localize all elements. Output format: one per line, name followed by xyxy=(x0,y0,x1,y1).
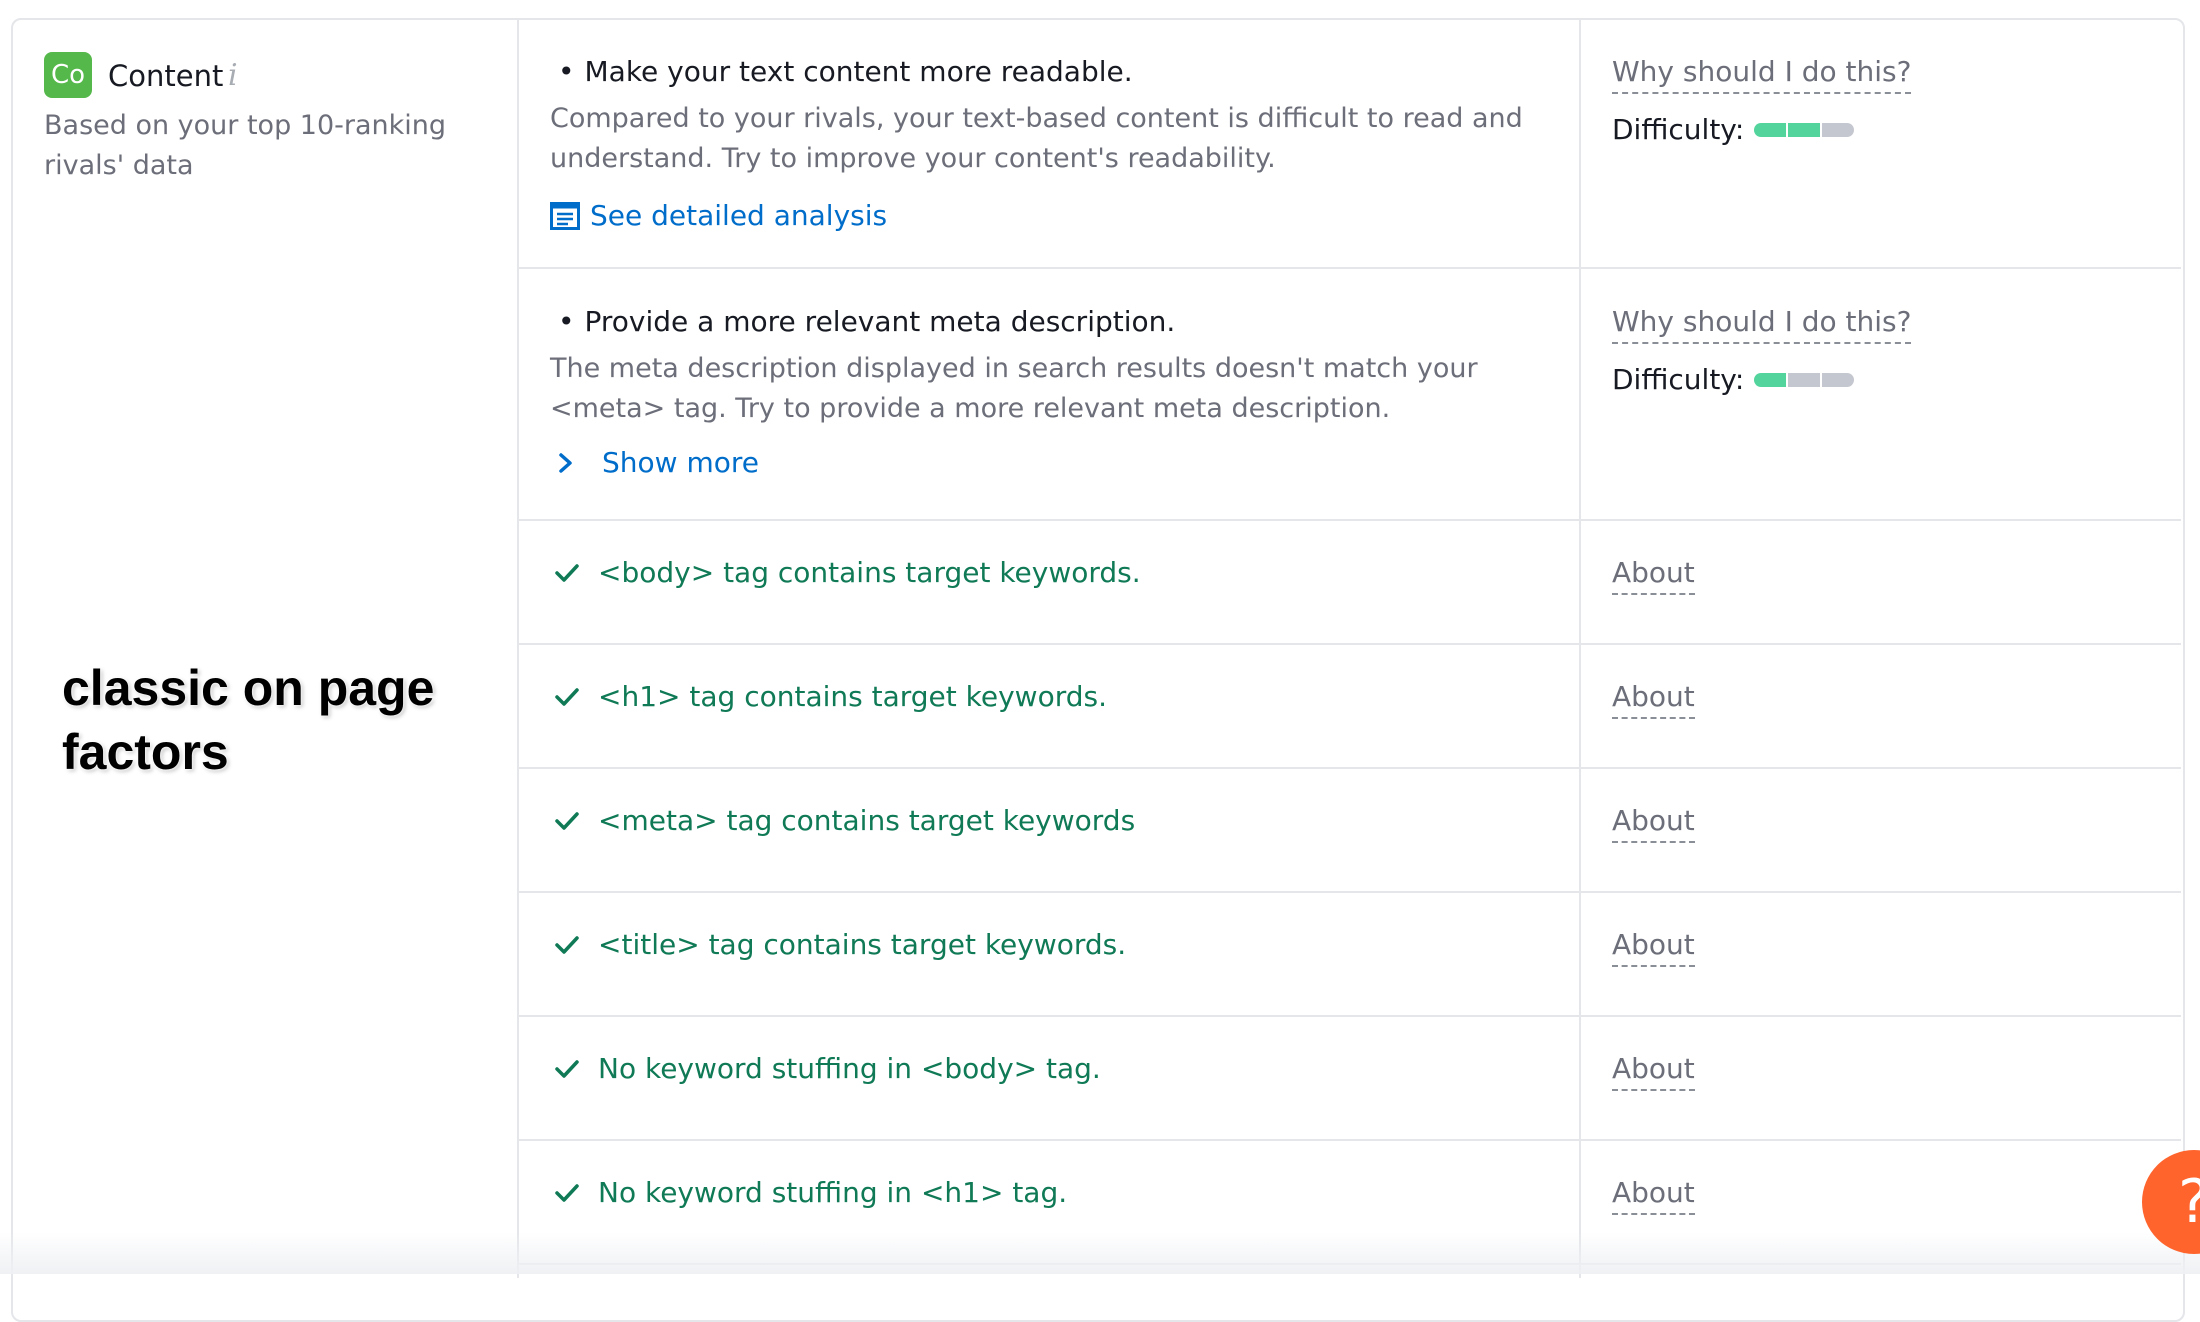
document-icon xyxy=(550,202,580,230)
difficulty-bar-segment xyxy=(1822,123,1855,137)
about-link[interactable]: About xyxy=(1612,1049,1695,1091)
check-item: No keyword stuffing in <body> tag. xyxy=(554,1049,1101,1089)
difficulty-bar-segment xyxy=(1822,373,1855,387)
link-label: See detailed analysis xyxy=(590,199,888,232)
check-item: <title> tag contains target keywords. xyxy=(554,925,1126,965)
why-should-i-do-this-link[interactable]: Why should I do this? xyxy=(1612,302,1912,344)
link-label: Show more xyxy=(602,446,759,479)
annotation-overlay: classic on page factors xyxy=(62,660,435,780)
row-divider xyxy=(517,267,2181,269)
bullet-icon: • xyxy=(558,55,575,88)
about-link[interactable]: About xyxy=(1612,801,1695,843)
difficulty-label: Difficulty: xyxy=(1612,113,1745,146)
about-link[interactable]: About xyxy=(1612,1173,1695,1215)
difficulty-bar-segment xyxy=(1788,123,1821,137)
info-icon[interactable]: i xyxy=(228,58,238,94)
check-icon xyxy=(555,812,579,830)
check-text: <title> tag contains target keywords. xyxy=(598,928,1127,961)
check-item: <meta> tag contains target keywords xyxy=(554,801,1135,841)
row-divider xyxy=(517,643,2181,645)
recommendation-title: • Provide a more relevant meta descriptio… xyxy=(558,302,1175,342)
category-title: Content xyxy=(108,59,224,93)
about-link[interactable]: About xyxy=(1612,677,1695,719)
show-more-link[interactable]: Show more xyxy=(550,443,759,483)
check-icon xyxy=(555,688,579,706)
row-divider xyxy=(517,767,2181,769)
check-text: No keyword stuffing in <body> tag. xyxy=(598,1052,1101,1085)
category-subtitle: Based on your top 10-ranking rivals' dat… xyxy=(44,110,447,181)
check-text: <body> tag contains target keywords. xyxy=(598,556,1141,589)
check-text: <h1> tag contains target keywords. xyxy=(598,680,1107,713)
check-icon xyxy=(555,564,579,582)
recommendation-description: The meta description displayed in search… xyxy=(550,353,1478,424)
check-item: <body> tag contains target keywords. xyxy=(554,553,1141,593)
check-icon xyxy=(555,1060,579,1078)
row-divider xyxy=(517,519,2181,521)
check-icon xyxy=(555,1184,579,1202)
recommendation-description: Compared to your rivals, your text-based… xyxy=(550,103,1523,174)
difficulty-bars xyxy=(1754,373,1855,387)
about-link[interactable]: About xyxy=(1612,925,1695,967)
row-divider xyxy=(517,1139,2181,1141)
difficulty-bar-segment xyxy=(1754,123,1787,137)
row-divider xyxy=(517,1015,2181,1017)
column-divider xyxy=(1579,18,1581,1278)
row-divider xyxy=(517,891,2181,893)
difficulty-label: Difficulty: xyxy=(1612,363,1745,396)
check-item: No keyword stuffing in <h1> tag. xyxy=(554,1173,1067,1213)
recommendation-title: • Make your text content more readable. xyxy=(558,52,1133,92)
difficulty-bar-segment xyxy=(1788,373,1821,387)
recommendation-title-text: Provide a more relevant meta description… xyxy=(584,305,1176,338)
about-link[interactable]: About xyxy=(1612,553,1695,595)
why-should-i-do-this-link[interactable]: Why should I do this? xyxy=(1612,52,1912,94)
column-divider xyxy=(517,18,519,1278)
recommendation-title-text: Make your text content more readable. xyxy=(584,55,1133,88)
bullet-icon: • xyxy=(558,305,575,338)
difficulty-indicator: Difficulty: xyxy=(1612,360,1855,400)
bottom-fade xyxy=(0,1232,2200,1274)
difficulty-indicator: Difficulty: xyxy=(1612,110,1855,150)
check-item: <h1> tag contains target keywords. xyxy=(554,677,1107,717)
difficulty-bar-segment xyxy=(1754,373,1787,387)
check-icon xyxy=(555,936,579,954)
see-detailed-analysis-link[interactable]: See detailed analysis xyxy=(550,196,887,236)
check-text: <meta> tag contains target keywords xyxy=(598,804,1136,837)
check-text: No keyword stuffing in <h1> tag. xyxy=(598,1176,1068,1209)
chevron-right-icon xyxy=(559,453,572,473)
category-badge: Co xyxy=(44,52,92,98)
difficulty-bars xyxy=(1754,123,1855,137)
